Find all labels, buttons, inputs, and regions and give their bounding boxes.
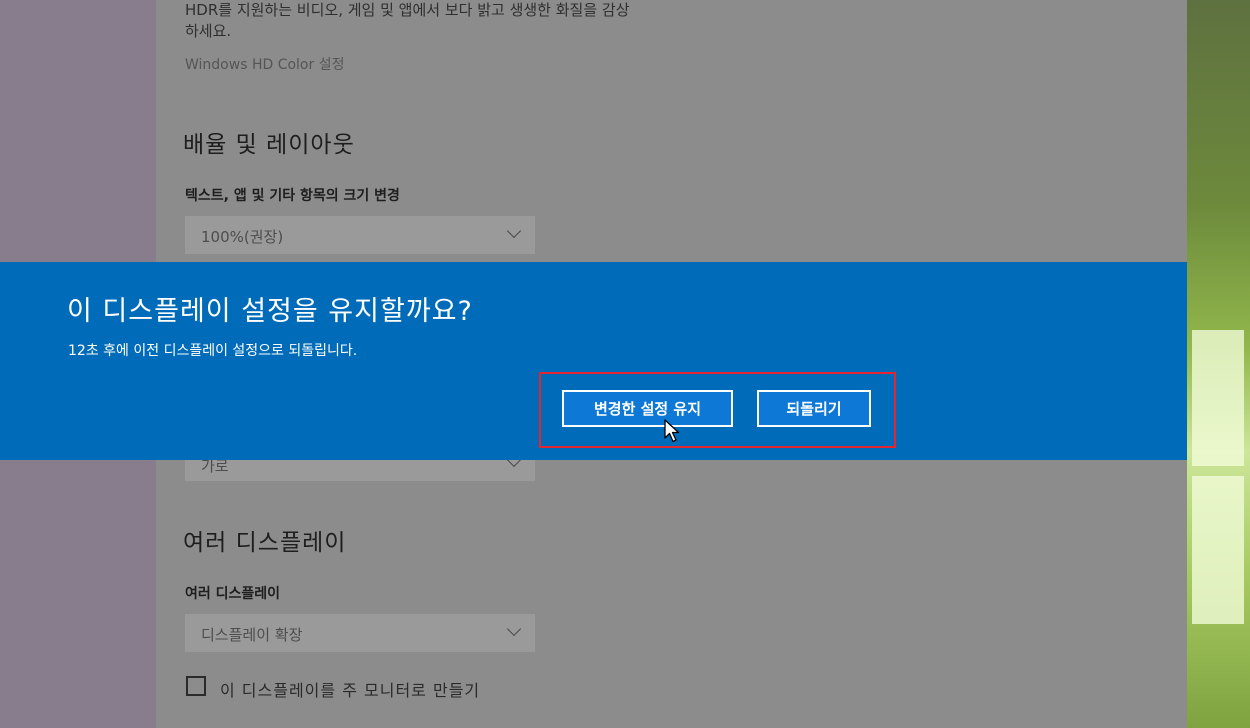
scale-dropdown-value: 100%(권장) — [201, 228, 284, 246]
chevron-down-icon — [506, 621, 522, 637]
hdr-description-line1: HDR를 지원하는 비디오, 게임 및 앱에서 보다 밝고 생생한 화질을 감상 — [185, 1, 630, 19]
hd-color-settings-link[interactable]: Windows HD Color 설정 — [185, 54, 344, 74]
screen: HDR를 지원하는 비디오, 게임 및 앱에서 보다 밝고 생생한 화질을 감상… — [0, 0, 1250, 728]
scale-dropdown[interactable]: 100%(권장) — [185, 216, 535, 254]
main-monitor-checkbox[interactable] — [186, 676, 206, 696]
scale-label: 텍스트, 앱 및 기타 항목의 크기 변경 — [185, 188, 400, 204]
windows-logo-pane — [1192, 476, 1244, 624]
multiple-displays-label: 여러 디스플레이 — [185, 586, 281, 602]
multiple-displays-heading: 여러 디스플레이 — [183, 530, 347, 556]
keep-display-settings-dialog: 이 디스플레이 설정을 유지할까요? 12초 후에 이전 디스플레이 설정으로 … — [0, 262, 1187, 460]
windows-logo-pane — [1192, 330, 1244, 466]
scale-layout-heading: 배율 및 레이아웃 — [183, 132, 355, 158]
mouse-pointer-icon — [664, 419, 680, 443]
revert-button[interactable]: 되돌리기 — [757, 390, 871, 427]
dialog-countdown-text: 12초 후에 이전 디스플레이 설정으로 되돌립니다. — [68, 343, 358, 359]
desktop-wallpaper — [1187, 0, 1250, 728]
multiple-displays-dropdown-value: 디스플레이 확장 — [201, 626, 303, 644]
main-monitor-label: 이 디스플레이를 주 모니터로 만들기 — [220, 681, 481, 700]
dialog-title: 이 디스플레이 설정을 유지할까요? — [67, 296, 473, 327]
hdr-description-line2: 하세요. — [185, 22, 232, 40]
chevron-down-icon — [506, 223, 522, 239]
keep-changes-button[interactable]: 변경한 설정 유지 — [562, 390, 733, 427]
multiple-displays-dropdown[interactable]: 디스플레이 확장 — [185, 614, 535, 652]
